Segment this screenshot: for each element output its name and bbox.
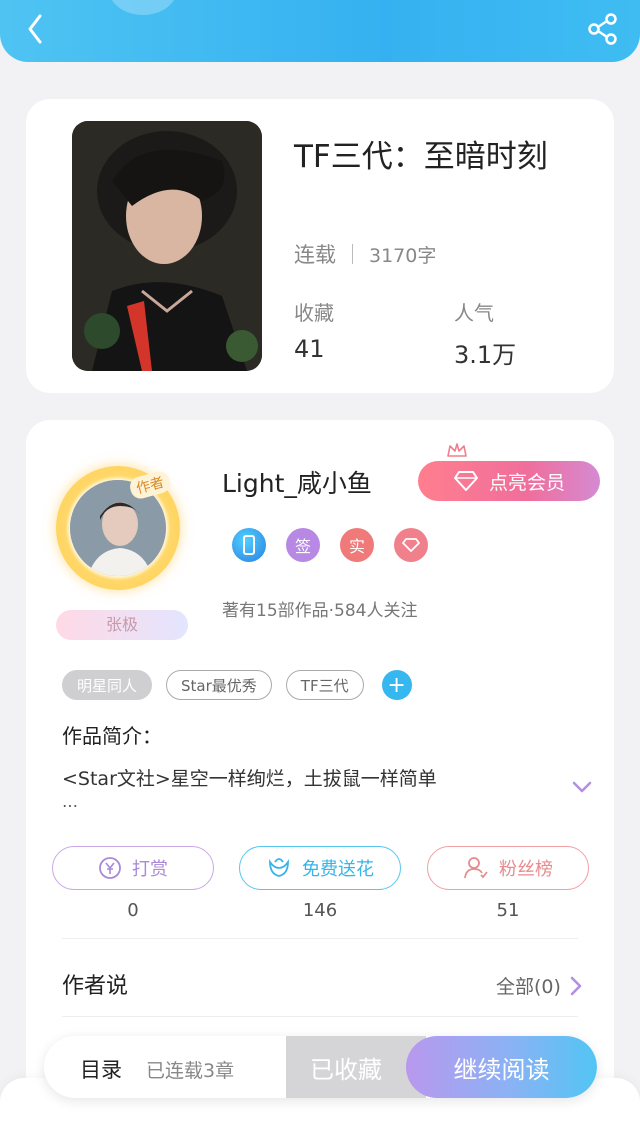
chevron-right-icon (570, 976, 582, 995)
favorites-label: 收藏 (294, 301, 334, 325)
tag-item[interactable]: 明星同人 (62, 670, 153, 700)
fans-icon (464, 857, 488, 879)
back-icon (28, 14, 42, 44)
intro-ellipsis: … (62, 792, 78, 811)
author-avatar[interactable]: 作者 (52, 460, 192, 600)
chevron-down-icon[interactable] (570, 778, 594, 796)
tip-label: 打赏 (132, 859, 168, 880)
favorited-button[interactable]: 已收藏 (286, 1036, 426, 1098)
tag-item[interactable]: Star最优秀 (166, 670, 272, 700)
author-says-all-link[interactable]: 全部(0) (496, 972, 583, 999)
all-label: 全部(0) (496, 976, 561, 998)
author-card: 作者 张极 Light_咸小鱼 点亮会员 签 实 著有15部作品·584人关注 … (26, 420, 614, 1133)
author-says-heading: 作者说 (62, 974, 129, 999)
flower-count: 146 (302, 900, 338, 921)
serial-status: 连载 (294, 243, 336, 267)
popularity-label: 人气 (454, 301, 494, 325)
favorites-value: 41 (294, 335, 325, 363)
bottom-action-bar: 目录 已连载3章 已收藏 继续阅读 (44, 1036, 597, 1098)
vip-label: 点亮会员 (488, 471, 565, 494)
vip-button[interactable]: 点亮会员 (418, 461, 600, 501)
intro-heading: 作品简介： (62, 724, 162, 748)
author-name[interactable]: Light_咸小鱼 (222, 464, 372, 500)
diamond-icon (402, 538, 420, 552)
book-info-card: TF三代：至暗时刻 连载 3170字 收藏 41 人气 3.1万 (26, 99, 614, 393)
header-decoration (108, 0, 178, 15)
popularity-value: 3.1万 (454, 341, 517, 369)
top-header (0, 0, 640, 62)
status-divider (352, 244, 353, 264)
share-button[interactable] (586, 12, 620, 46)
divider (62, 938, 578, 939)
cover-illustration (72, 121, 262, 371)
intro-text: <Star文社>星空一样绚烂，土拔鼠一样简单 (62, 768, 437, 790)
author-meta: 著有15部作品·584人关注 (222, 601, 418, 621)
tag-list: 明星同人 Star最优秀 TF三代 + (62, 670, 412, 700)
fans-count: 51 (496, 900, 520, 921)
continue-reading-button[interactable]: 继续阅读 (406, 1036, 597, 1098)
verified-badge[interactable]: 实 (340, 528, 374, 562)
diamond-icon (453, 471, 478, 491)
continue-reading-label: 继续阅读 (453, 1055, 550, 1084)
favorited-label: 已收藏 (310, 1055, 382, 1084)
vip-diamond-badge[interactable] (394, 528, 428, 562)
fans-label: 粉丝榜 (499, 859, 553, 880)
signed-badge[interactable]: 签 (286, 528, 320, 562)
yen-icon (99, 857, 121, 879)
author-name-badge: 张极 (56, 610, 188, 640)
book-status-line: 连载 3170字 (294, 239, 436, 269)
book-cover[interactable] (72, 121, 262, 371)
phone-badge-icon[interactable] (232, 528, 266, 562)
flower-label: 免费送花 (302, 859, 374, 880)
word-count: 3170字 (369, 244, 437, 267)
toc-button[interactable]: 目录 (80, 1054, 122, 1084)
share-icon (588, 13, 617, 45)
send-flower-button[interactable]: 免费送花 (239, 846, 401, 890)
author-badges: 签 实 (232, 528, 428, 562)
chapter-count: 已连载3章 (146, 1060, 235, 1082)
back-button[interactable] (18, 12, 52, 46)
fans-ranking-button[interactable]: 粉丝榜 (427, 846, 589, 890)
tag-item[interactable]: TF三代 (285, 670, 364, 700)
divider (62, 1016, 578, 1017)
tip-count: 0 (127, 900, 139, 921)
add-tag-button[interactable]: + (381, 670, 412, 700)
flower-icon (269, 858, 289, 877)
crown-icon (447, 443, 467, 457)
book-title: TF三代：至暗时刻 (294, 139, 548, 175)
tip-button[interactable]: 打赏 (52, 846, 214, 890)
